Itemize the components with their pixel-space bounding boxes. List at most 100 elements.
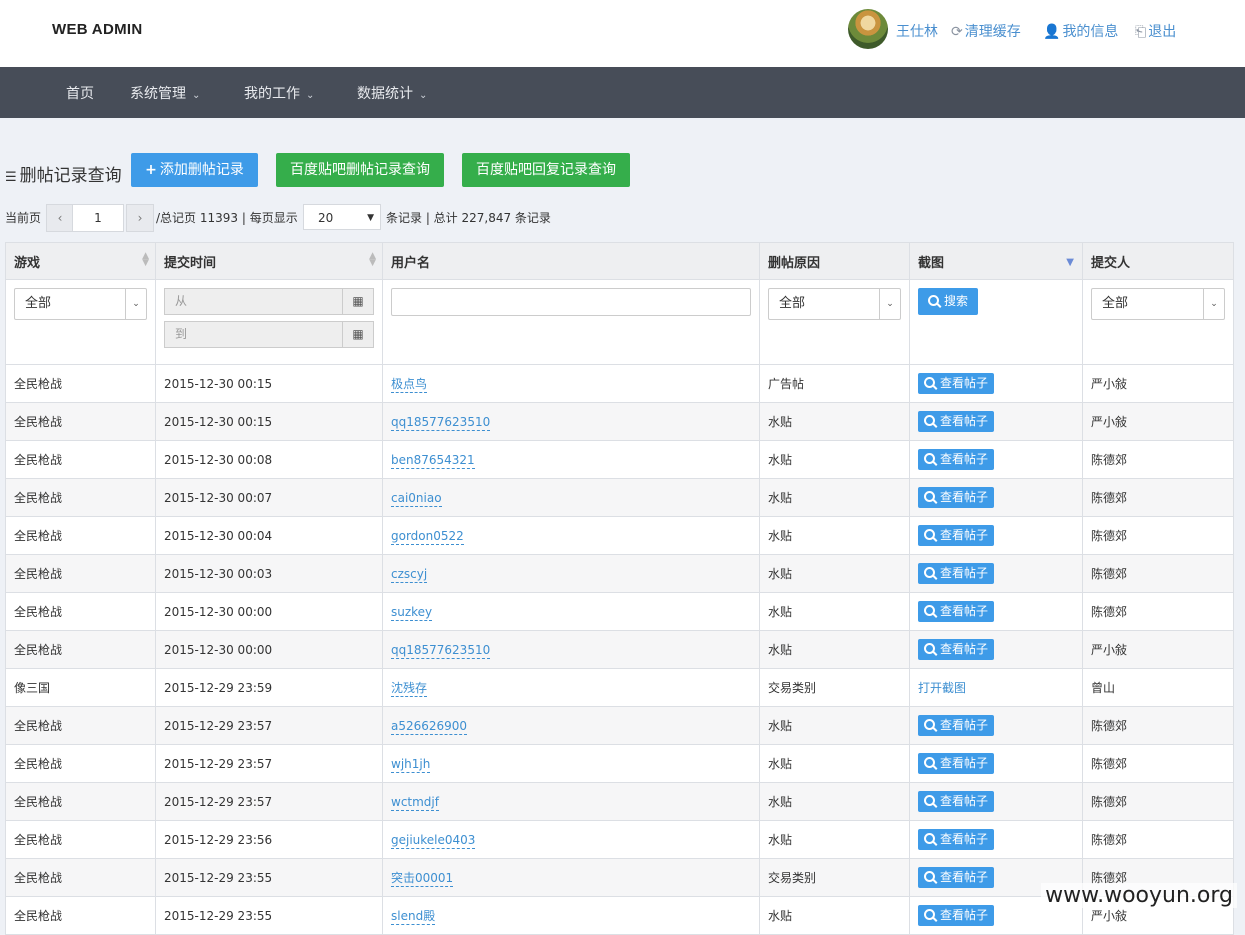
add-record-button[interactable]: + 添加删帖记录 (131, 153, 258, 187)
user-avatar[interactable] (848, 9, 888, 49)
username-link[interactable]: 沈残存 (391, 681, 428, 697)
baidu-delete-query-button[interactable]: 百度贴吧删帖记录查询 (276, 153, 444, 187)
page-number-input[interactable]: 1 (72, 204, 124, 232)
view-post-button[interactable]: 查看帖子 (918, 525, 995, 546)
username-link[interactable]: qq18577623510 (391, 414, 491, 431)
search-button[interactable]: 搜索 (918, 288, 979, 315)
username-link[interactable]: suzkey (391, 604, 433, 621)
username-link[interactable]: qq18577623510 (391, 642, 491, 659)
username-link[interactable]: cai0niao (391, 490, 442, 507)
cell-user: gordon0522 (382, 516, 760, 555)
view-post-button[interactable]: 查看帖子 (918, 373, 995, 394)
search-icon (924, 377, 935, 388)
chevron-down-icon: ⌄ (306, 90, 315, 101)
username-link[interactable]: gejiukele0403 (391, 832, 476, 849)
view-post-button[interactable]: 查看帖子 (918, 753, 995, 774)
col-shot[interactable]: 截图 ▼ (909, 242, 1083, 280)
prev-page-button[interactable]: ‹ (46, 204, 74, 232)
col-game[interactable]: 游戏 ▲ ▼ (5, 242, 156, 280)
user-name-link[interactable]: 王仕林 (896, 21, 938, 41)
username-filter-input[interactable] (391, 288, 751, 316)
col-submitter: 提交人 (1082, 242, 1234, 280)
calendar-icon[interactable]: ▦ (342, 322, 373, 347)
search-label: 搜索 (944, 294, 969, 308)
cell-game: 全民枪战 (5, 516, 156, 555)
view-post-label: 查看帖子 (940, 376, 989, 390)
cell-game: 全民枪战 (5, 402, 156, 441)
view-post-button[interactable]: 查看帖子 (918, 867, 995, 888)
col-submitter-label: 提交人 (1091, 255, 1131, 271)
view-post-button[interactable]: 查看帖子 (918, 411, 995, 432)
view-post-button[interactable]: 查看帖子 (918, 563, 995, 584)
clear-cache-link[interactable]: ⟳ 清理缓存 (951, 21, 1021, 41)
add-record-label: 添加删帖记录 (159, 162, 244, 178)
username-link[interactable]: wctmdjf (391, 794, 439, 811)
view-post-button[interactable]: 查看帖子 (918, 829, 995, 850)
submitter-filter-value: 全部 (1102, 296, 1129, 311)
filter-submitter-cell: 全部 ⌄ (1082, 279, 1234, 365)
col-time[interactable]: 提交时间 ▲ ▼ (155, 242, 383, 280)
username-link[interactable]: czscyj (391, 566, 428, 583)
cell-game: 全民枪战 (5, 896, 156, 935)
my-info-link[interactable]: 👤 我的信息 (1043, 21, 1118, 41)
cell-game: 全民枪战 (5, 364, 156, 403)
cell-shot: 查看帖子 (909, 706, 1083, 745)
filter-shot-cell: 搜索 (909, 279, 1083, 365)
username-link[interactable]: ben87654321 (391, 452, 475, 469)
username-link[interactable]: wjh1jh (391, 756, 431, 773)
view-post-button[interactable]: 查看帖子 (918, 601, 995, 622)
cell-user: czscyj (382, 554, 760, 593)
filter-user-cell (382, 279, 760, 365)
cell-game: 全民枪战 (5, 820, 156, 859)
username-link[interactable]: slend殿 (391, 909, 436, 925)
open-screenshot-link[interactable]: 打开截图 (918, 681, 966, 695)
cell-shot: 查看帖子 (909, 554, 1083, 593)
current-page-label: 当前页 (5, 211, 42, 225)
nav-home[interactable]: 首页 (66, 83, 94, 103)
nav-system[interactable]: 系统管理 ⌄ (130, 83, 200, 103)
table-row: 全民枪战 2015-12-30 00:08 ben87654321 水贴 查看帖子 陈德郊 (5, 440, 1234, 479)
nav-stats[interactable]: 数据统计 ⌄ (357, 83, 427, 103)
view-post-label: 查看帖子 (940, 718, 989, 732)
page-size-select[interactable]: 20 ▼ (303, 204, 381, 230)
cell-shot: 查看帖子 (909, 592, 1083, 631)
user-icon: 👤 (1043, 24, 1061, 40)
search-icon (924, 567, 935, 578)
cell-time: 2015-12-30 00:08 (155, 440, 383, 479)
total-pages-label: /总记页 11393 | 每页显示 (156, 211, 298, 225)
baidu-reply-query-button[interactable]: 百度贴吧回复记录查询 (462, 153, 630, 187)
date-to-input[interactable]: 到 ▦ (164, 321, 374, 348)
chevron-down-icon: ⌄ (419, 90, 428, 101)
calendar-icon[interactable]: ▦ (342, 289, 373, 314)
date-from-input[interactable]: 从 ▦ (164, 288, 374, 315)
submitter-filter-select[interactable]: 全部 ⌄ (1091, 288, 1225, 320)
cell-user: a526626900 (382, 706, 760, 745)
col-time-label: 提交时间 (164, 255, 217, 271)
cell-user: 突击00001 (382, 858, 760, 897)
view-post-button[interactable]: 查看帖子 (918, 487, 995, 508)
reason-filter-select[interactable]: 全部 ⌄ (768, 288, 901, 320)
plus-icon: + (145, 162, 157, 178)
nav-work[interactable]: 我的工作 ⌄ (244, 83, 314, 103)
view-post-button[interactable]: 查看帖子 (918, 639, 995, 660)
view-post-label: 查看帖子 (940, 870, 989, 884)
view-post-button[interactable]: 查看帖子 (918, 905, 995, 926)
username-link[interactable]: a526626900 (391, 718, 468, 735)
view-post-button[interactable]: 查看帖子 (918, 715, 995, 736)
brand-logo[interactable]: WEB ADMIN (52, 21, 142, 38)
view-post-button[interactable]: 查看帖子 (918, 791, 995, 812)
username-link[interactable]: gordon0522 (391, 528, 464, 545)
username-link[interactable]: 突击00001 (391, 871, 454, 887)
col-reason: 删帖原因 (759, 242, 910, 280)
refresh-icon: ⟳ (951, 24, 963, 40)
list-icon: ☰ (5, 170, 17, 185)
cell-game: 全民枪战 (5, 554, 156, 593)
next-page-button[interactable]: › (126, 204, 154, 232)
logout-link[interactable]: ⎗ 退出 (1135, 21, 1176, 41)
search-icon (924, 605, 935, 616)
chevron-down-icon: ⌄ (192, 90, 201, 101)
cell-game: 像三国 (5, 668, 156, 707)
username-link[interactable]: 极点鸟 (391, 377, 428, 393)
view-post-button[interactable]: 查看帖子 (918, 449, 995, 470)
game-filter-select[interactable]: 全部 ⌄ (14, 288, 147, 320)
